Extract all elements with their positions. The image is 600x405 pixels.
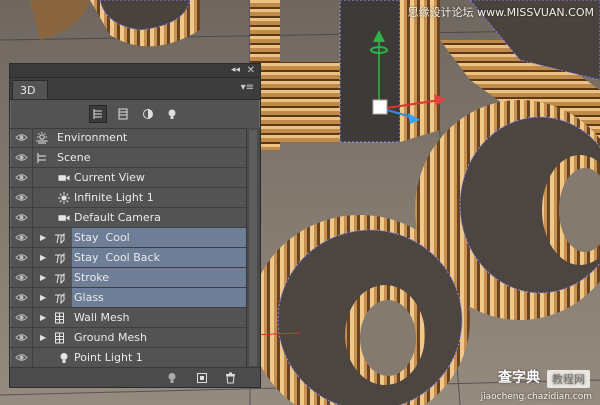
layer-row[interactable]: Current View — [10, 168, 246, 188]
layer-label: Environment — [57, 131, 128, 144]
eye-icon[interactable] — [10, 248, 33, 267]
layer-label: Infinite Light 1 — [74, 191, 154, 204]
layer-label: Default Camera — [74, 211, 161, 224]
expand-arrow-icon[interactable]: ▶ — [40, 268, 46, 287]
materials-icon[interactable] — [139, 105, 157, 123]
eye-icon[interactable] — [10, 208, 33, 227]
panel-tab-row: 3D ▾≡ — [10, 78, 260, 100]
layer-label: Scene — [57, 151, 91, 164]
new-object-icon[interactable] — [195, 371, 209, 384]
layer-row[interactable]: Default Camera — [10, 208, 246, 228]
scene-layer-list: Environment Scene Current View Infinite Lig… — [10, 128, 255, 368]
layer-label: Point Light 1 — [74, 351, 143, 364]
text-mesh-icon — [53, 271, 65, 284]
scene-icon — [36, 151, 48, 164]
lights-icon[interactable] — [163, 105, 181, 123]
watermark-logo: 查字典 — [498, 370, 540, 386]
layer-row[interactable]: ▶ Stroke — [10, 268, 255, 288]
point-light-icon — [58, 351, 70, 364]
mesh-icon — [53, 311, 65, 324]
environment-icon — [36, 131, 48, 144]
layer-label: Stay Cool — [74, 231, 130, 244]
camera-icon — [58, 171, 70, 184]
panel-menu-icon[interactable]: ▾≡ — [241, 81, 254, 95]
layer-row[interactable]: Infinite Light 1 — [10, 188, 246, 208]
watermark-badge: 教程网 — [547, 370, 590, 388]
expand-arrow-icon[interactable]: ▶ — [40, 248, 46, 267]
meshes-icon[interactable] — [114, 105, 132, 123]
layer-row[interactable]: Point Light 1 — [10, 348, 246, 368]
layer-label: Ground Mesh — [74, 331, 147, 344]
eye-icon[interactable] — [10, 348, 33, 367]
eye-icon[interactable] — [10, 308, 33, 327]
expand-arrow-icon[interactable]: ▶ — [40, 308, 46, 327]
infinite-light-icon — [58, 191, 70, 204]
eye-icon[interactable] — [10, 168, 33, 187]
whole-scene-icon[interactable] — [89, 105, 107, 123]
layer-row[interactable]: Environment — [10, 128, 246, 148]
text-mesh-icon — [53, 291, 65, 304]
watermark-top: 思缘设计论坛 www.MISSVUAN.COM — [407, 6, 594, 19]
3d-panel: ◂◂ ✕ 3D ▾≡ Environment Scene Current View I… — [9, 63, 261, 388]
layer-label: Stay Cool Back — [74, 251, 160, 264]
watermark-url: jiaocheng.chazidian.com — [480, 392, 592, 402]
layer-row[interactable]: ▶ Stay Cool Back — [10, 248, 255, 268]
eye-icon[interactable] — [10, 268, 33, 287]
collapse-icon[interactable]: ◂◂ — [231, 64, 240, 77]
layer-label: Current View — [74, 171, 145, 184]
mesh-icon — [53, 331, 65, 344]
layer-label: Wall Mesh — [74, 311, 130, 324]
layer-row[interactable]: ▶ Ground Mesh — [10, 328, 246, 348]
eye-icon[interactable] — [10, 288, 33, 307]
eye-icon[interactable] — [10, 328, 33, 347]
eye-icon[interactable] — [10, 228, 33, 247]
trash-icon[interactable] — [223, 371, 237, 384]
expand-arrow-icon[interactable]: ▶ — [40, 228, 46, 247]
eye-icon[interactable] — [10, 148, 33, 167]
filter-toolbar — [10, 100, 260, 129]
layer-row[interactable]: ▶ Wall Mesh — [10, 308, 246, 328]
layer-row[interactable]: ▶ Stay Cool — [10, 228, 255, 248]
tab-3d[interactable]: 3D — [12, 80, 48, 99]
panel-titlebar[interactable]: ◂◂ ✕ — [10, 64, 260, 78]
layer-label: Stroke — [74, 271, 110, 284]
text-mesh-icon — [53, 231, 65, 244]
expand-arrow-icon[interactable]: ▶ — [40, 328, 46, 347]
expand-arrow-icon[interactable]: ▶ — [40, 288, 46, 307]
camera-icon — [58, 211, 70, 224]
text-mesh-icon — [53, 251, 65, 264]
scrollbar-thumb[interactable] — [249, 130, 257, 366]
eye-icon[interactable] — [10, 128, 33, 147]
selected-mesh — [339, 0, 440, 143]
layer-row[interactable]: ▶ Glass — [10, 288, 255, 308]
eye-icon[interactable] — [10, 188, 33, 207]
close-icon[interactable]: ✕ — [247, 64, 255, 77]
panel-footer — [10, 367, 260, 387]
layer-row[interactable]: Scene — [10, 148, 246, 168]
layer-label: Glass — [74, 291, 104, 304]
light-bulb-icon[interactable] — [165, 371, 179, 384]
vertical-scrollbar[interactable] — [246, 128, 260, 368]
